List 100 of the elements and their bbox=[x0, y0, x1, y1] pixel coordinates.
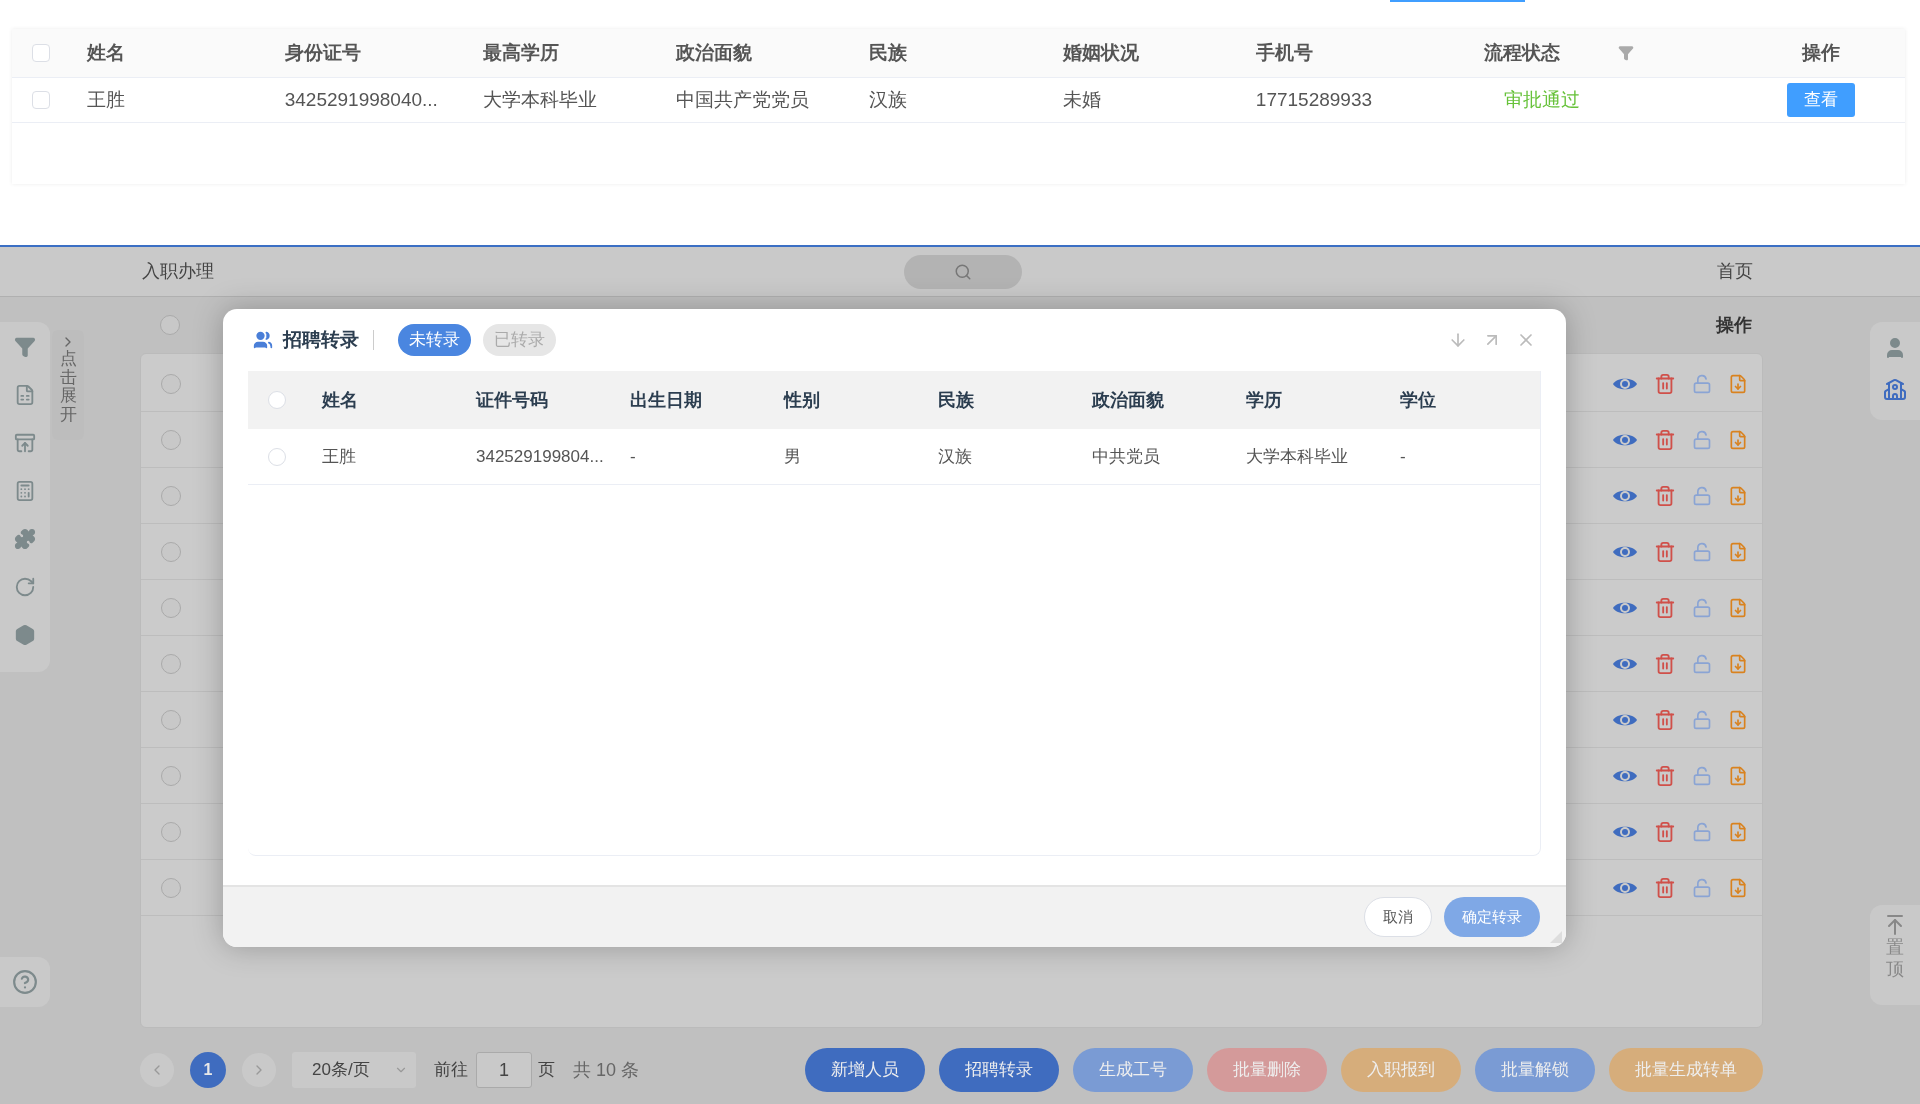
page-button[interactable]: 1 bbox=[190, 1052, 226, 1088]
unlock-icon[interactable] bbox=[1692, 541, 1712, 562]
status-text: 审批通过 bbox=[1503, 88, 1580, 110]
table-cell: 未婚 bbox=[1062, 88, 1101, 110]
next-page-button[interactable] bbox=[242, 1053, 276, 1087]
table-cell: 大学本科毕业 bbox=[1246, 446, 1348, 466]
trash-icon[interactable] bbox=[1654, 540, 1676, 563]
search-icon bbox=[954, 262, 972, 281]
trash-icon[interactable] bbox=[1654, 652, 1676, 675]
unlock-icon[interactable] bbox=[1692, 877, 1712, 898]
archive-icon[interactable] bbox=[14, 432, 36, 454]
column-header: 操作 bbox=[1716, 313, 1752, 337]
help-icon bbox=[12, 969, 38, 995]
table-cell: 汉族 bbox=[869, 88, 908, 110]
table-cell: 中共党员 bbox=[1092, 446, 1160, 466]
refresh-icon[interactable] bbox=[14, 576, 36, 598]
unlock-icon[interactable] bbox=[1692, 709, 1712, 730]
document-icon[interactable] bbox=[1728, 765, 1748, 786]
action-button[interactable]: 入职报到 bbox=[1341, 1048, 1461, 1092]
table-cell: - bbox=[630, 446, 636, 466]
document-icon[interactable] bbox=[1728, 373, 1748, 394]
action-button[interactable]: 新增人员 bbox=[805, 1048, 925, 1092]
trash-icon[interactable] bbox=[1654, 484, 1676, 507]
table-cell: 王胜 bbox=[86, 88, 125, 110]
puzzle-icon[interactable] bbox=[14, 528, 36, 550]
unlock-icon[interactable] bbox=[1692, 373, 1712, 394]
document-icon[interactable] bbox=[1728, 821, 1748, 842]
table-cell: 3425291998040... bbox=[284, 88, 438, 110]
unlock-icon[interactable] bbox=[1692, 597, 1712, 618]
table-cell: 汉族 bbox=[938, 446, 972, 466]
checkbox[interactable] bbox=[268, 391, 286, 409]
document-icon[interactable] bbox=[1728, 541, 1748, 562]
unlock-icon[interactable] bbox=[1692, 821, 1712, 842]
trash-icon[interactable] bbox=[1654, 596, 1676, 619]
column-header: 身份证号 bbox=[284, 40, 361, 65]
table-cell: 342529199804... bbox=[476, 446, 604, 466]
breadcrumb[interactable]: 入职办理 bbox=[142, 258, 214, 285]
column-header: 学历 bbox=[1246, 389, 1282, 410]
column-header: 操作 bbox=[1801, 40, 1840, 65]
unlock-icon[interactable] bbox=[1692, 765, 1712, 786]
view-button[interactable]: 查看 bbox=[1786, 83, 1855, 117]
hexagon-icon[interactable] bbox=[14, 624, 36, 646]
document-icon[interactable] bbox=[1728, 709, 1748, 730]
goto-label: 前往 bbox=[434, 1059, 468, 1082]
search-field[interactable] bbox=[904, 254, 1022, 289]
back-to-top-button[interactable]: 置顶 bbox=[1870, 905, 1920, 1005]
checkbox[interactable] bbox=[268, 447, 286, 466]
total-count: 共 10 条 bbox=[573, 1058, 640, 1082]
trash-icon[interactable] bbox=[1654, 876, 1676, 899]
action-button[interactable]: 批量解锁 bbox=[1475, 1048, 1595, 1092]
tab[interactable]: 未转录 bbox=[398, 324, 471, 356]
checkbox[interactable] bbox=[32, 91, 50, 109]
unlock-icon[interactable] bbox=[1692, 485, 1712, 506]
document-icon[interactable] bbox=[1728, 485, 1748, 506]
page-input[interactable]: 1 bbox=[476, 1052, 532, 1088]
trash-icon[interactable] bbox=[1654, 372, 1676, 395]
trash-icon[interactable] bbox=[1654, 820, 1676, 843]
column-header: 民族 bbox=[938, 389, 974, 410]
action-button[interactable]: 批量删除 bbox=[1207, 1048, 1327, 1092]
column-header: 政治面貌 bbox=[676, 40, 753, 65]
column-header: 证件号码 bbox=[476, 389, 548, 410]
column-header: 政治面貌 bbox=[1092, 389, 1164, 410]
column-header: 姓名 bbox=[86, 40, 125, 65]
column-header: 手机号 bbox=[1255, 40, 1313, 65]
resize-grip-icon[interactable] bbox=[1550, 931, 1562, 943]
home-link[interactable]: 首页 bbox=[1717, 258, 1753, 285]
column-header: 学位 bbox=[1400, 389, 1436, 410]
column-header: 婚姻状况 bbox=[1062, 40, 1139, 65]
trash-icon[interactable] bbox=[1654, 708, 1676, 731]
trash-icon[interactable] bbox=[1654, 428, 1676, 451]
checkbox[interactable] bbox=[32, 44, 50, 62]
document-icon[interactable] bbox=[1728, 653, 1748, 674]
table-cell: 中国共产党党员 bbox=[676, 88, 810, 110]
table-cell: 17715289933 bbox=[1255, 88, 1373, 110]
table-cell: - bbox=[1400, 446, 1406, 466]
unlock-icon[interactable] bbox=[1692, 653, 1712, 674]
spreadsheet-icon[interactable] bbox=[14, 384, 36, 406]
filter-icon[interactable] bbox=[1617, 45, 1634, 61]
page-size-select[interactable]: 20条/页 bbox=[292, 1052, 416, 1088]
filter-icon[interactable] bbox=[14, 336, 36, 358]
action-button[interactable]: 招聘转录 bbox=[939, 1048, 1059, 1092]
table-cell: 王胜 bbox=[322, 446, 356, 466]
previous-page-button[interactable] bbox=[140, 1053, 174, 1087]
trash-icon[interactable] bbox=[1654, 764, 1676, 787]
document-icon[interactable] bbox=[1728, 877, 1748, 898]
table-cell: 男 bbox=[784, 446, 801, 466]
help-button[interactable] bbox=[0, 957, 50, 1007]
building-icon[interactable] bbox=[1883, 378, 1907, 402]
dialog-title: 招聘转录 bbox=[283, 327, 359, 352]
unlock-icon[interactable] bbox=[1692, 429, 1712, 450]
column-header: 民族 bbox=[869, 40, 908, 65]
document-icon[interactable] bbox=[1728, 597, 1748, 618]
document-icon[interactable] bbox=[1728, 429, 1748, 450]
action-button[interactable]: 批量生成转单 bbox=[1609, 1048, 1763, 1092]
cancel-button[interactable]: 取消 bbox=[1364, 897, 1432, 937]
table-cell: 大学本科毕业 bbox=[482, 88, 597, 110]
column-header: 姓名 bbox=[322, 389, 358, 410]
action-button[interactable]: 生成工号 bbox=[1073, 1048, 1193, 1092]
column-header: 流程状态 bbox=[1483, 40, 1560, 65]
tab[interactable]: 已转录 bbox=[483, 324, 556, 356]
